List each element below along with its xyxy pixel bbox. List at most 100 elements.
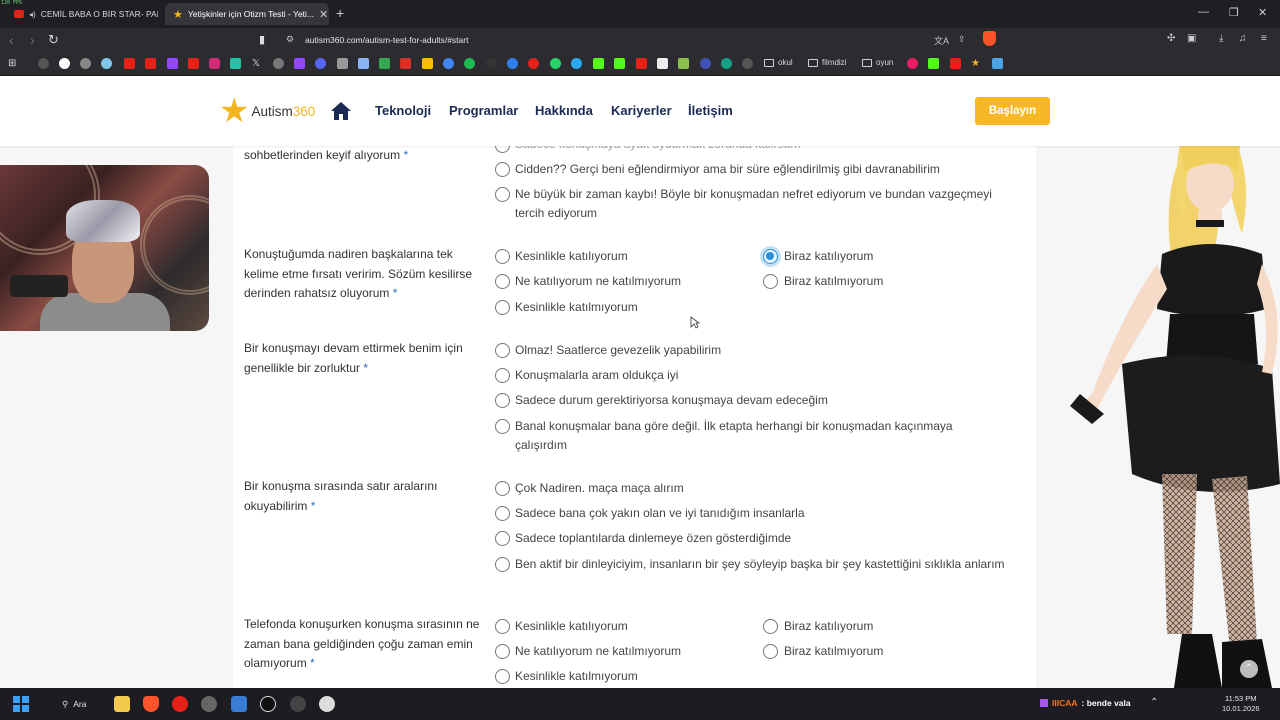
nav-programlar[interactable]: Programlar <box>449 103 518 118</box>
spotify-bookmark-icon[interactable] <box>464 58 475 69</box>
radio-option[interactable] <box>495 531 510 546</box>
downloads-icon[interactable]: ⤓ <box>1219 33 1223 44</box>
app-icon[interactable] <box>201 696 217 712</box>
radio-option[interactable] <box>763 274 778 289</box>
menu-icon[interactable]: ≡ <box>1261 33 1267 44</box>
bookmark-icon[interactable] <box>992 58 1003 69</box>
autism360-logo[interactable]: ★ Autism360 <box>219 94 315 128</box>
nav-kariyerler[interactable]: Kariyerler <box>611 103 672 118</box>
tray-overflow-icon[interactable]: ⌃ <box>1150 697 1158 708</box>
nav-hakkinda[interactable]: Hakkında <box>535 103 593 118</box>
obs-icon[interactable] <box>290 696 306 712</box>
radio-option[interactable] <box>495 300 510 315</box>
twitch-bookmark-icon[interactable] <box>167 58 178 69</box>
youtube-bookmark-icon[interactable] <box>145 58 156 69</box>
radio-option[interactable] <box>495 393 510 408</box>
media-player-icon[interactable] <box>172 696 188 712</box>
bookmark-icon[interactable] <box>358 58 369 69</box>
bookmark-icon[interactable] <box>657 58 668 69</box>
new-tab-button[interactable]: + <box>336 5 344 21</box>
twitch-bookmark-icon[interactable] <box>294 58 305 69</box>
bookmark-icon[interactable] <box>700 58 711 69</box>
kick-bookmark-icon[interactable] <box>928 58 939 69</box>
bookmark-icon[interactable] <box>80 58 91 69</box>
radio-option[interactable] <box>763 644 778 659</box>
bookmark-icon[interactable] <box>721 58 732 69</box>
app-icon[interactable] <box>260 696 276 712</box>
share-icon[interactable]: ⇪ <box>958 34 966 45</box>
folder-okul[interactable]: okul <box>764 58 793 67</box>
bookmark-icon[interactable] <box>907 58 918 69</box>
radio-option[interactable] <box>495 419 510 434</box>
media-icon[interactable]: ♫ <box>1239 33 1247 44</box>
drive-bookmark-icon[interactable] <box>422 58 433 69</box>
brave-shield-icon[interactable] <box>983 31 996 46</box>
start-button[interactable]: Başlayın <box>975 97 1050 125</box>
folder-filmdizi[interactable]: filmdizi <box>808 58 846 67</box>
maximize-button[interactable]: ❐ <box>1229 6 1239 19</box>
bookmark-icon[interactable] <box>678 58 689 69</box>
radio-option[interactable] <box>495 669 510 684</box>
home-icon[interactable] <box>330 101 352 121</box>
kick-bookmark-icon[interactable] <box>614 58 625 69</box>
bookmark-icon[interactable] <box>742 58 753 69</box>
bookmark-icon[interactable] <box>443 58 454 69</box>
nav-iletisim[interactable]: İletişim <box>688 103 733 118</box>
youtube-bookmark-icon[interactable] <box>188 58 199 69</box>
bookmark-icon[interactable] <box>273 58 284 69</box>
gmail-bookmark-icon[interactable] <box>400 58 411 69</box>
instagram-bookmark-icon[interactable] <box>209 58 220 69</box>
nav-teknoloji[interactable]: Teknoloji <box>375 103 431 118</box>
radio-option[interactable] <box>495 481 510 496</box>
photos-icon[interactable] <box>231 696 247 712</box>
close-window-button[interactable]: ✕ <box>1258 6 1267 19</box>
radio-option[interactable] <box>495 162 510 177</box>
close-tab-icon[interactable]: ✕ <box>319 8 328 21</box>
history-icon[interactable] <box>38 58 49 69</box>
tab-youtube[interactable]: ◂) CEMİL BABA O BİR STAR- PAPAĞ... <box>6 3 158 25</box>
extensions-icon[interactable]: ✣ <box>1167 33 1175 44</box>
radio-option[interactable] <box>495 343 510 358</box>
bookmark-icon[interactable] <box>101 58 112 69</box>
youtube-bookmark-icon[interactable] <box>636 58 647 69</box>
sidebar-icon[interactable]: ▣ <box>1187 33 1196 44</box>
whatsapp-bookmark-icon[interactable] <box>550 58 561 69</box>
minimize-button[interactable]: — <box>1198 6 1209 18</box>
scroll-to-top-button[interactable]: ⌃ <box>1240 660 1258 678</box>
translate-icon[interactable]: 文A <box>934 34 949 47</box>
url-field[interactable]: autism360.com/autism-test-for-adults/#st… <box>0 31 1000 49</box>
taskbar-search[interactable]: ⚲ Ara <box>52 695 96 713</box>
radio-option[interactable] <box>763 619 778 634</box>
google-bookmark-icon[interactable] <box>59 58 70 69</box>
clock[interactable]: 11:53 PM 10.01.2026 <box>1222 694 1260 714</box>
bookmark-icon[interactable] <box>507 58 518 69</box>
bookmark-icon[interactable] <box>230 58 241 69</box>
youtube-bookmark-icon[interactable] <box>950 58 961 69</box>
bookmark-icon[interactable] <box>337 58 348 69</box>
bookmark-icon[interactable] <box>528 58 539 69</box>
folder-oyun[interactable]: oyun <box>862 58 893 67</box>
radio-option-selected[interactable] <box>763 249 778 264</box>
radio-option[interactable] <box>495 368 510 383</box>
bookmark-icon[interactable] <box>379 58 390 69</box>
discord-bookmark-icon[interactable] <box>315 58 326 69</box>
radio-option[interactable] <box>495 187 510 202</box>
github-bookmark-icon[interactable] <box>486 58 497 69</box>
brave-browser-icon[interactable] <box>143 696 159 712</box>
windows-start-icon[interactable] <box>13 696 29 712</box>
radio-option[interactable] <box>495 274 510 289</box>
app-icon[interactable] <box>319 696 335 712</box>
file-explorer-icon[interactable] <box>114 696 130 712</box>
apps-grid-icon[interactable]: ⊞ <box>8 58 16 69</box>
radio-option[interactable] <box>495 557 510 572</box>
youtube-bookmark-icon[interactable] <box>124 58 135 69</box>
kick-bookmark-icon[interactable] <box>593 58 604 69</box>
radio-option[interactable] <box>495 619 510 634</box>
x-bookmark-icon[interactable]: 𝕏 <box>252 58 260 69</box>
radio-option[interactable] <box>495 506 510 521</box>
tab-autism-test[interactable]: ★ Yetişkinler için Otizm Testi - Yeti...… <box>165 3 329 25</box>
star-bookmark-icon[interactable]: ★ <box>971 58 980 69</box>
telegram-bookmark-icon[interactable] <box>571 58 582 69</box>
radio-option[interactable] <box>495 644 510 659</box>
radio-option[interactable] <box>495 249 510 264</box>
